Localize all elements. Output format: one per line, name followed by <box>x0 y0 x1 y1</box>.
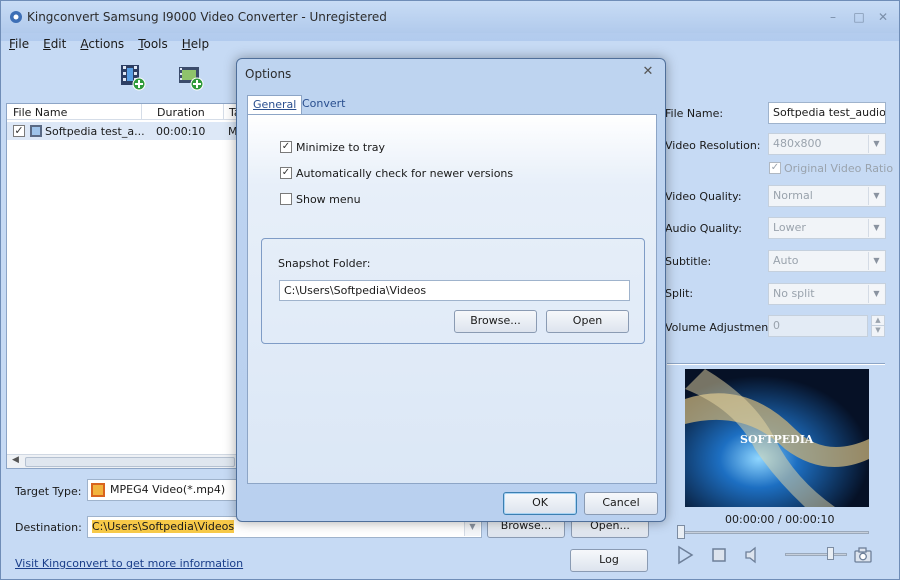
video-quality-value: Normal <box>773 189 813 202</box>
snapshot-group: Snapshot Folder: C:\Users\Softpedia\Vide… <box>261 238 645 344</box>
volume-stepper[interactable]: ▲ ▼ <box>871 315 885 337</box>
tab-general[interactable]: General <box>247 95 303 114</box>
chevron-down-icon[interactable]: ▼ <box>868 219 884 237</box>
split-label: Split: <box>665 287 694 300</box>
play-icon[interactable] <box>675 545 695 565</box>
ok-button[interactable]: OK <box>503 492 577 515</box>
snapshot-open-button[interactable]: Open <box>546 310 629 333</box>
separator <box>667 363 885 365</box>
menu-file[interactable]: File <box>7 37 31 55</box>
auto-check-updates-label: Automatically check for newer versions <box>296 167 514 180</box>
subtitle-select[interactable]: Auto ▼ <box>768 250 886 272</box>
audio-quality-label: Audio Quality: <box>665 222 742 235</box>
app-icon <box>10 11 22 23</box>
video-resolution-label: Video Resolution: <box>665 139 761 152</box>
chevron-down-icon[interactable]: ▼ <box>868 187 884 205</box>
video-resolution-select[interactable]: 480x800 ▼ <box>768 133 886 155</box>
file-name-label: File Name: <box>665 107 724 120</box>
stop-icon[interactable] <box>709 545 729 565</box>
subtitle-label: Subtitle: <box>665 255 712 268</box>
audio-quality-value: Lower <box>773 221 806 234</box>
target-type-label: Target Type: <box>15 485 82 498</box>
cancel-button[interactable]: Cancel <box>584 492 658 515</box>
menu-help[interactable]: Help <box>180 37 211 55</box>
row-checkbox[interactable]: ✓ <box>13 125 25 137</box>
scroll-thumb[interactable] <box>25 457 235 467</box>
row-duration: 00:00:10 <box>156 125 206 138</box>
target-type-select[interactable]: MPEG4 Video(*.mp4) <box>87 479 239 501</box>
file-list-header: File Name Duration Ta <box>7 104 241 120</box>
tab-convert[interactable]: Convert <box>297 95 351 114</box>
camera-icon[interactable] <box>853 545 873 565</box>
options-dialog: Options ✕ General Convert ✓ Minimize to … <box>236 58 666 522</box>
maximize-button[interactable]: □ <box>849 8 869 26</box>
snapshot-browse-button[interactable]: Browse... <box>454 310 537 333</box>
volume-input[interactable]: 0 <box>768 315 868 337</box>
target-type-value: MPEG4 Video(*.mp4) <box>110 483 226 496</box>
chevron-down-icon[interactable]: ▼ <box>868 285 884 303</box>
show-menu-label: Show menu <box>296 193 361 206</box>
column-file-name[interactable]: File Name <box>13 106 67 119</box>
close-button[interactable]: ✕ <box>873 8 893 26</box>
horizontal-scrollbar[interactable]: ◀ <box>7 454 240 468</box>
preview-watermark: SOFTPEDIA <box>740 433 814 446</box>
video-quality-label: Video Quality: <box>665 190 742 203</box>
file-list[interactable]: File Name Duration Ta ✓ Softpedia test_a… <box>6 103 241 469</box>
subtitle-value: Auto <box>773 254 799 267</box>
visit-link[interactable]: Visit Kingconvert to get more informatio… <box>15 557 243 570</box>
minimize-to-tray-label: Minimize to tray <box>296 141 386 154</box>
menu-edit[interactable]: Edit <box>41 37 68 55</box>
snapshot-folder-label: Snapshot Folder: <box>278 257 371 270</box>
chevron-down-icon[interactable]: ▼ <box>868 135 884 153</box>
video-quality-select[interactable]: Normal ▼ <box>768 185 886 207</box>
time-readout: 00:00:00 / 00:00:10 <box>725 513 835 526</box>
volume-slider-thumb[interactable] <box>827 547 834 560</box>
chevron-down-icon[interactable]: ▼ <box>868 252 884 270</box>
menu-tools[interactable]: Tools <box>136 37 170 55</box>
log-button[interactable]: Log <box>570 549 648 572</box>
general-tab-page: ✓ Minimize to tray ✓ Automatically check… <box>247 114 657 484</box>
volume-slider-track[interactable] <box>785 553 847 556</box>
split-select[interactable]: No split ▼ <box>768 283 886 305</box>
add-video-icon[interactable] <box>119 63 147 91</box>
title-bar: Kingconvert Samsung I9000 Video Converte… <box>1 1 899 33</box>
add-folder-icon[interactable] <box>177 63 205 91</box>
menu-bar: File Edit Actions Tools Help <box>7 37 211 55</box>
row-file-name: Softpedia test_a... <box>45 125 145 138</box>
dialog-title: Options <box>245 67 292 81</box>
column-duration[interactable]: Duration <box>157 106 205 119</box>
scroll-left-icon[interactable]: ◀ <box>12 455 19 465</box>
window-title: Kingconvert Samsung I9000 Video Converte… <box>27 10 387 24</box>
volume-label: Volume Adjustment: <box>665 321 777 334</box>
split-value: No split <box>773 287 815 300</box>
table-row[interactable]: ✓ Softpedia test_a... 00:00:10 M <box>7 122 240 140</box>
main-window: Kingconvert Samsung I9000 Video Converte… <box>0 0 900 580</box>
destination-value: C:\Users\Softpedia\Videos <box>92 520 235 533</box>
close-icon[interactable]: ✕ <box>639 63 657 81</box>
video-resolution-value: 480x800 <box>773 137 822 150</box>
original-ratio-label: Original Video Ratio <box>784 162 894 175</box>
snapshot-folder-input[interactable]: C:\Users\Softpedia\Videos <box>279 280 630 301</box>
menu-actions[interactable]: Actions <box>78 37 126 55</box>
speaker-icon[interactable] <box>743 545 763 565</box>
video-file-icon <box>30 125 42 137</box>
minimize-button[interactable]: – <box>823 8 843 26</box>
destination-label: Destination: <box>15 521 82 534</box>
seek-slider-track[interactable] <box>677 531 869 534</box>
video-preview: SOFTPEDIA <box>685 369 869 507</box>
film-icon <box>91 483 105 497</box>
audio-quality-select[interactable]: Lower ▼ <box>768 217 886 239</box>
file-name-input[interactable]: Softpedia test_audio_a <box>768 102 886 124</box>
seek-slider-thumb[interactable] <box>677 525 685 539</box>
